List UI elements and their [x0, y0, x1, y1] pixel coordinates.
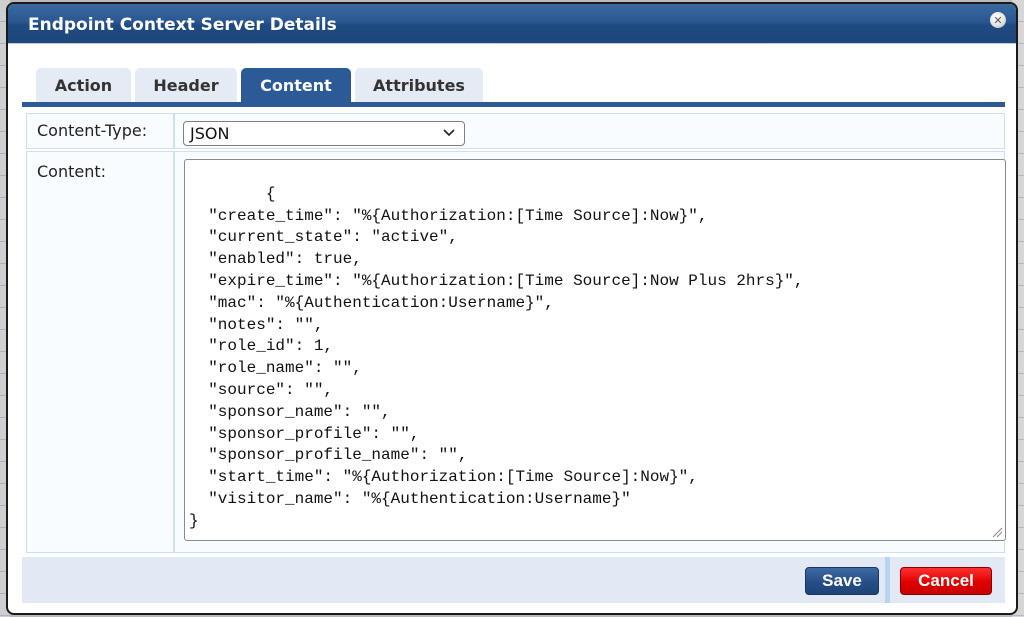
tab-label: Attributes	[373, 75, 465, 95]
dialog-titlebar: Endpoint Context Server Details ✕	[8, 4, 1016, 44]
dialog-title: Endpoint Context Server Details	[28, 15, 337, 35]
content-type-value: JSON	[190, 124, 230, 143]
content-form: Content-Type: JSON Content: { "create_ti…	[26, 113, 1006, 553]
cancel-button[interactable]: Cancel	[900, 567, 992, 595]
content-row: Content: { "create_time": "%{Authorizati…	[26, 151, 1006, 553]
content-textarea[interactable]: { "create_time": "%{Authorization:[Time …	[184, 159, 1006, 541]
tab-label: Header	[153, 75, 219, 95]
tab-attributes[interactable]: Attributes	[355, 68, 483, 102]
content-label: Content:	[27, 152, 175, 552]
close-icon[interactable]: ✕	[990, 12, 1006, 28]
tab-bar: Action Header Content Attributes	[36, 68, 483, 102]
content-text: { "create_time": "%{Authorization:[Time …	[189, 184, 804, 530]
footer-divider	[885, 557, 890, 603]
tab-header[interactable]: Header	[135, 68, 237, 102]
tab-underline	[22, 102, 1005, 107]
dialog-footer: Save Cancel	[22, 557, 1005, 603]
content-type-row: Content-Type: JSON	[26, 113, 1005, 149]
endpoint-context-server-dialog: Endpoint Context Server Details ✕ Action…	[6, 2, 1018, 615]
save-button[interactable]: Save	[805, 567, 879, 595]
tab-label: Action	[54, 75, 113, 95]
tab-label: Content	[260, 75, 332, 95]
content-type-label: Content-Type:	[27, 114, 175, 148]
resize-grip-icon[interactable]	[992, 527, 1003, 538]
tab-content[interactable]: Content	[241, 68, 351, 102]
tab-action[interactable]: Action	[36, 68, 131, 102]
content-type-select[interactable]: JSON	[183, 121, 465, 146]
chevron-down-icon	[443, 129, 455, 137]
